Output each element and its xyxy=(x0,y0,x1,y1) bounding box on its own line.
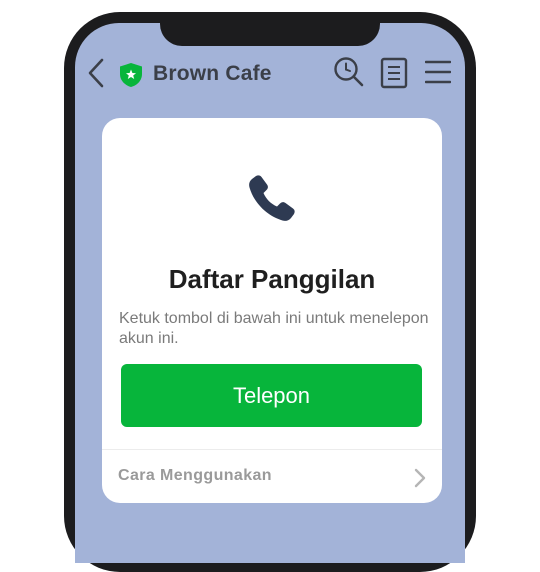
chat-header: Brown Cafe xyxy=(75,50,465,98)
chat-title: Brown Cafe xyxy=(153,62,272,85)
phone-notch xyxy=(160,12,380,46)
how-to-use-row[interactable]: Cara Menggunakan xyxy=(102,450,442,503)
back-arrow-icon[interactable] xyxy=(85,56,107,90)
notes-icon[interactable] xyxy=(380,57,408,89)
call-button[interactable]: Telepon xyxy=(121,364,422,427)
menu-icon[interactable] xyxy=(425,59,451,85)
card-title: Daftar Panggilan xyxy=(168,264,376,294)
how-to-use-label: Cara Menggunakan xyxy=(118,467,272,484)
verified-shield-icon xyxy=(120,63,142,87)
phone-icon xyxy=(249,175,295,221)
search-icon[interactable] xyxy=(333,56,365,88)
chevron-right-icon xyxy=(414,468,426,488)
call-list-card: Daftar Panggilan Ketuk tombol di bawah i… xyxy=(102,118,442,503)
card-description: Ketuk tombol di bawah ini untuk menelepo… xyxy=(119,310,429,347)
